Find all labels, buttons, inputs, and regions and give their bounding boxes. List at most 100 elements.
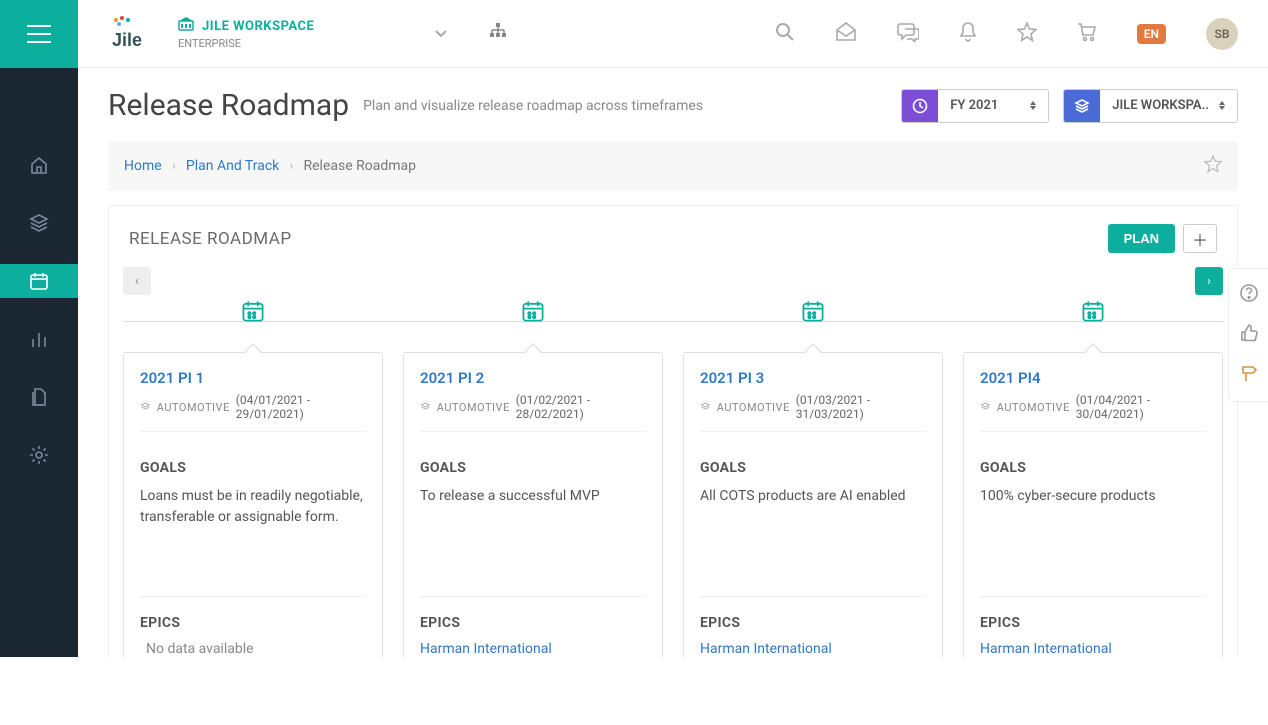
period-selector[interactable]: FY 2021 — [901, 89, 1049, 123]
help-button[interactable] — [1239, 283, 1259, 307]
select-caret-icon — [1219, 101, 1225, 110]
chevron-right-icon: › — [172, 158, 176, 174]
period-value: FY 2021 — [950, 98, 998, 113]
main-content: Release Roadmap Plan and visualize relea… — [78, 68, 1268, 657]
clock-icon — [902, 90, 938, 122]
calendar-marker-icon — [521, 299, 545, 327]
release-cards: 2021 PI 1 AUTOMOTIVE (04/01/2021 - 29/01… — [123, 352, 1223, 657]
scope-selector[interactable]: JILE WORKSPA.. — [1063, 89, 1238, 123]
calendar-icon — [29, 271, 49, 291]
breadcrumb-current: Release Roadmap — [304, 158, 417, 174]
layers-small-icon — [700, 401, 711, 413]
calendar-marker-icon — [1081, 299, 1105, 327]
page-header: Release Roadmap Plan and visualize relea… — [108, 88, 1238, 123]
user-avatar[interactable]: SB — [1206, 18, 1238, 50]
sidebar-settings[interactable] — [0, 438, 78, 472]
release-title[interactable]: 2021 PI 2 — [420, 369, 646, 387]
epics-heading: EPICS — [700, 596, 926, 631]
add-button[interactable]: ＋ — [1183, 224, 1217, 253]
chat-icon — [897, 22, 919, 42]
release-card: 2021 PI 1 AUTOMOTIVE (04/01/2021 - 29/01… — [123, 352, 383, 657]
release-card: 2021 PI 3 AUTOMOTIVE (01/03/2021 - 31/03… — [683, 352, 943, 657]
sidebar-layers[interactable] — [0, 206, 78, 240]
calendar-marker-icon — [801, 299, 825, 327]
epic-link[interactable]: Harman International — [700, 641, 926, 657]
logo-icon: Jile — [108, 14, 158, 54]
release-title[interactable]: 2021 PI 1 — [140, 369, 366, 387]
workspace-name: JILE WORKSPACE — [202, 19, 314, 34]
menu-toggle-button[interactable] — [0, 0, 78, 68]
panel-title: RELEASE ROADMAP — [129, 229, 292, 249]
goal-text: All COTS products are AI enabled — [700, 486, 926, 556]
goal-text: Loans must be in readily negotiable, tra… — [140, 486, 366, 556]
epic-link[interactable]: Harman International — [980, 641, 1206, 657]
release-meta: AUTOMOTIVE (01/02/2021 - 28/02/2021) — [420, 393, 646, 432]
breadcrumb-plan-and-track[interactable]: Plan And Track — [186, 158, 279, 174]
chevron-right-icon: › — [289, 158, 293, 174]
inbox-button[interactable] — [835, 22, 857, 46]
signpost-icon — [1239, 363, 1259, 383]
notifications-button[interactable] — [959, 22, 977, 46]
release-tag: AUTOMOTIVE — [437, 401, 510, 414]
goals-heading: GOALS — [980, 460, 1206, 476]
plan-button[interactable]: PLAN — [1108, 224, 1175, 253]
language-badge[interactable]: EN — [1137, 24, 1166, 44]
layers-icon — [1064, 90, 1100, 122]
layers-small-icon — [140, 401, 151, 413]
page-selectors: FY 2021 JILE WORKSPA.. — [901, 89, 1238, 123]
feedback-button[interactable] — [1239, 323, 1259, 347]
hamburger-icon — [27, 25, 51, 43]
tour-button[interactable] — [1239, 363, 1259, 387]
sidebar-roadmap[interactable] — [0, 264, 78, 298]
help-icon — [1239, 283, 1259, 303]
page-title: Release Roadmap — [108, 88, 349, 123]
favorites-button[interactable] — [1017, 22, 1037, 46]
workspace-selector[interactable]: JILE WORKSPACE ENTERPRISE — [178, 17, 314, 50]
timeline-axis — [123, 321, 1223, 322]
breadcrumb: Home › Plan And Track › Release Roadmap — [108, 141, 1238, 191]
goal-text: To release a successful MVP — [420, 486, 646, 556]
cart-button[interactable] — [1077, 22, 1097, 46]
breadcrumb-home[interactable]: Home — [124, 158, 162, 174]
select-caret-icon — [1030, 101, 1036, 110]
sidebar-analytics[interactable] — [0, 322, 78, 356]
panel-actions: PLAN ＋ — [1108, 224, 1217, 253]
release-title[interactable]: 2021 PI 3 — [700, 369, 926, 387]
layers-small-icon — [980, 401, 991, 413]
star-icon — [1204, 155, 1222, 173]
timeline: ‹ › 2021 PI 1 AUTOMOTIVE (04/01/2021 - 2… — [109, 263, 1237, 657]
release-dates: (01/03/2021 - 31/03/2021) — [796, 393, 926, 421]
jile-logo[interactable]: Jile — [108, 14, 158, 54]
search-button[interactable] — [775, 22, 795, 46]
sidebar-home[interactable] — [0, 148, 78, 182]
epics-heading: EPICS — [980, 596, 1206, 631]
topbar-actions: EN SB — [775, 18, 1268, 50]
release-meta: AUTOMOTIVE (04/01/2021 - 29/01/2021) — [140, 393, 366, 432]
scope-value: JILE WORKSPA.. — [1112, 98, 1209, 113]
documents-icon — [29, 387, 49, 407]
help-rail — [1228, 268, 1268, 402]
org-tree-button[interactable] — [488, 23, 508, 45]
topbar: Jile JILE WORKSPACE ENTERPRISE — [0, 0, 1268, 68]
svg-text:Jile: Jile — [112, 30, 142, 50]
favorite-toggle[interactable] — [1204, 155, 1222, 177]
release-meta: AUTOMOTIVE (01/04/2021 - 30/04/2021) — [980, 393, 1206, 432]
workspace-icon — [178, 17, 194, 35]
bell-icon — [959, 22, 977, 42]
release-dates: (01/02/2021 - 28/02/2021) — [516, 393, 646, 421]
thumbs-up-icon — [1239, 323, 1259, 343]
release-title[interactable]: 2021 PI4 — [980, 369, 1206, 387]
epic-link[interactable]: Harman International — [420, 641, 646, 657]
sidebar-docs[interactable] — [0, 380, 78, 414]
timeline-prev-button[interactable]: ‹ — [123, 267, 151, 295]
release-card: 2021 PI 2 AUTOMOTIVE (01/02/2021 - 28/02… — [403, 352, 663, 657]
workspace-caret-icon[interactable] — [434, 26, 448, 42]
topbar-content: Jile JILE WORKSPACE ENTERPRISE — [78, 0, 1268, 68]
timeline-next-button[interactable]: › — [1195, 267, 1223, 295]
release-meta: AUTOMOTIVE (01/03/2021 - 31/03/2021) — [700, 393, 926, 432]
goals-heading: GOALS — [700, 460, 926, 476]
chat-button[interactable] — [897, 22, 919, 46]
bars-icon — [29, 329, 49, 349]
release-dates: (04/01/2021 - 29/01/2021) — [236, 393, 366, 421]
epics-heading: EPICS — [140, 596, 366, 631]
